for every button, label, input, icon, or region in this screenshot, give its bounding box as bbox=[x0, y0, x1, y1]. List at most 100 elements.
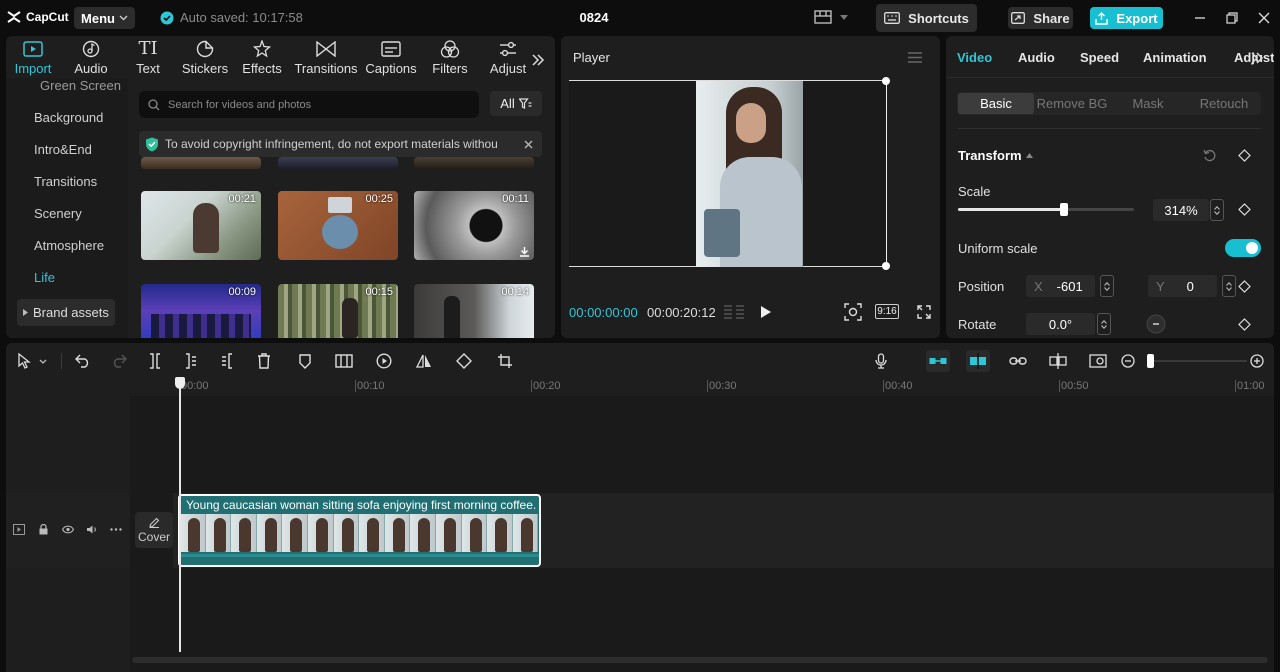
more-options-icon[interactable] bbox=[110, 528, 122, 531]
aspect-ratio-button[interactable]: 9:16 bbox=[875, 304, 899, 319]
crop-button[interactable] bbox=[496, 352, 514, 370]
position-x-stepper[interactable] bbox=[1100, 275, 1114, 297]
select-tool[interactable] bbox=[14, 352, 50, 370]
zoom-slider-knob[interactable] bbox=[1147, 354, 1154, 368]
export-button[interactable]: Export bbox=[1090, 7, 1163, 29]
play-icon[interactable] bbox=[760, 305, 772, 319]
brand-assets-button[interactable]: Brand assets bbox=[17, 299, 115, 326]
resize-handle[interactable] bbox=[882, 262, 890, 270]
media-thumbnail[interactable] bbox=[141, 157, 261, 169]
layout-switcher[interactable] bbox=[814, 10, 848, 24]
tab-video[interactable]: Video bbox=[957, 50, 992, 65]
linkage-button[interactable] bbox=[1008, 352, 1028, 370]
rotate-button[interactable] bbox=[455, 352, 473, 370]
zoom-in-button[interactable] bbox=[1249, 352, 1265, 370]
rotate-input[interactable]: 0.0° bbox=[1026, 313, 1095, 335]
tool-transitions[interactable]: Transitions bbox=[294, 40, 358, 76]
resize-handle[interactable] bbox=[882, 77, 890, 85]
playhead[interactable] bbox=[179, 380, 181, 652]
playhead-handle[interactable] bbox=[175, 377, 185, 389]
video-clip[interactable]: Young caucasian woman sitting sofa enjoy… bbox=[178, 494, 541, 567]
player-canvas[interactable] bbox=[569, 77, 890, 270]
tool-filters[interactable]: Filters bbox=[422, 40, 478, 76]
tab-audio[interactable]: Audio bbox=[1018, 50, 1055, 65]
download-icon[interactable] bbox=[519, 246, 530, 257]
tab-animation[interactable]: Animation bbox=[1143, 50, 1207, 65]
tool-adjust[interactable]: Adjust bbox=[487, 40, 529, 76]
tool-effects[interactable]: Effects bbox=[234, 40, 290, 76]
category-intro-end[interactable]: Intro&End bbox=[34, 142, 92, 157]
position-y-stepper[interactable] bbox=[1222, 275, 1236, 297]
category-atmosphere[interactable]: Atmosphere bbox=[34, 238, 104, 253]
category-green-screen[interactable]: Green Screen bbox=[40, 78, 121, 93]
speed-button[interactable] bbox=[375, 352, 393, 370]
delete-left-button[interactable] bbox=[182, 352, 200, 370]
category-scenery[interactable]: Scenery bbox=[34, 206, 82, 221]
position-x-input[interactable]: X -601 bbox=[1026, 275, 1095, 297]
split-button[interactable] bbox=[146, 352, 164, 370]
scale-slider-knob[interactable] bbox=[1059, 203, 1068, 216]
double-chevron-right-icon[interactable] bbox=[531, 54, 545, 66]
zoom-out-button[interactable] bbox=[1120, 352, 1136, 370]
position-y-input[interactable]: Y 0 bbox=[1148, 275, 1217, 297]
scale-slider[interactable] bbox=[958, 203, 1134, 216]
redo-button[interactable] bbox=[110, 352, 128, 370]
timeline-scrollbar[interactable] bbox=[132, 657, 1268, 663]
preview-axis-button[interactable] bbox=[1048, 352, 1068, 370]
uniform-scale-toggle[interactable] bbox=[1225, 239, 1261, 257]
mark-button[interactable] bbox=[296, 352, 314, 370]
reset-icon[interactable] bbox=[1203, 149, 1216, 162]
timeline-ruler[interactable] bbox=[130, 376, 1274, 396]
volume-icon[interactable] bbox=[86, 524, 98, 535]
freeze-button[interactable] bbox=[334, 352, 354, 370]
tool-captions[interactable]: Captions bbox=[363, 40, 419, 76]
search-input[interactable]: Search for videos and photos bbox=[139, 91, 479, 118]
category-background[interactable]: Background bbox=[34, 110, 103, 125]
mirror-button[interactable] bbox=[415, 352, 433, 370]
transform-section-header[interactable]: Transform bbox=[958, 148, 1033, 163]
fit-screen-icon[interactable] bbox=[844, 303, 862, 321]
media-thumbnail[interactable]: 00:25 bbox=[278, 191, 398, 260]
subtab-mask[interactable]: Mask bbox=[1110, 96, 1186, 111]
media-thumbnail[interactable]: 00:21 bbox=[141, 191, 261, 260]
media-thumbnail[interactable]: 00:11 bbox=[414, 191, 534, 260]
minimize-icon[interactable] bbox=[1194, 12, 1206, 24]
record-audio-button[interactable] bbox=[872, 352, 890, 370]
media-thumbnail[interactable] bbox=[278, 157, 398, 169]
menu-button[interactable]: Menu bbox=[74, 7, 135, 29]
shortcuts-button[interactable]: Shortcuts bbox=[876, 4, 977, 32]
hamburger-menu-icon[interactable] bbox=[908, 52, 922, 63]
keyframe-icon[interactable] bbox=[1238, 318, 1251, 331]
share-button[interactable]: Share bbox=[1008, 7, 1073, 29]
timeline-grid-icon[interactable] bbox=[723, 304, 745, 320]
category-life[interactable]: Life bbox=[34, 270, 55, 285]
tool-text[interactable]: TI Text bbox=[120, 40, 176, 77]
undo-button[interactable] bbox=[74, 352, 92, 370]
restore-icon[interactable] bbox=[1226, 12, 1238, 24]
zoom-slider[interactable] bbox=[1147, 354, 1247, 368]
lock-icon[interactable] bbox=[39, 524, 48, 535]
double-chevron-right-icon[interactable] bbox=[1250, 52, 1264, 64]
tool-import[interactable]: Import bbox=[5, 40, 61, 76]
scale-stepper[interactable] bbox=[1210, 199, 1224, 221]
tool-stickers[interactable]: Stickers bbox=[177, 40, 233, 76]
keyframe-icon[interactable] bbox=[1238, 203, 1251, 216]
close-icon[interactable] bbox=[1258, 12, 1270, 24]
keyframe-icon[interactable] bbox=[1238, 149, 1251, 162]
media-thumbnail[interactable]: 00:15 bbox=[278, 284, 398, 338]
media-thumbnail[interactable] bbox=[414, 157, 534, 169]
category-transitions[interactable]: Transitions bbox=[34, 174, 97, 189]
zoom-to-fit-button[interactable] bbox=[1088, 352, 1108, 370]
eye-icon[interactable] bbox=[62, 525, 74, 534]
subtab-remove-bg[interactable]: Remove BG bbox=[1034, 96, 1110, 111]
cover-button[interactable]: Cover bbox=[135, 512, 173, 548]
delete-right-button[interactable] bbox=[218, 352, 236, 370]
tool-audio[interactable]: Audio bbox=[63, 40, 119, 76]
subtab-basic[interactable]: Basic bbox=[958, 93, 1034, 114]
filter-dropdown[interactable]: All bbox=[490, 91, 542, 116]
keyframe-icon[interactable] bbox=[1238, 280, 1251, 293]
fullscreen-icon[interactable] bbox=[917, 305, 931, 319]
close-icon[interactable] bbox=[524, 140, 533, 149]
delete-button[interactable] bbox=[255, 352, 273, 370]
rotate-dial-icon[interactable] bbox=[1146, 314, 1166, 334]
